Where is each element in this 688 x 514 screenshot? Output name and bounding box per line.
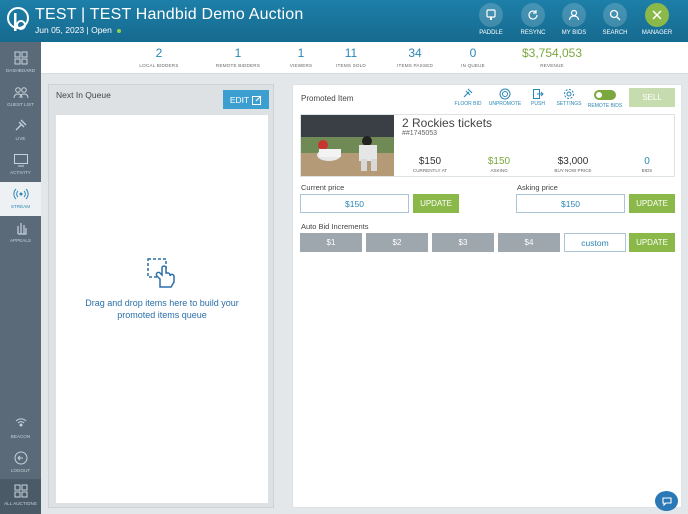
- increment-3-button[interactable]: $3: [432, 233, 494, 252]
- item-name: 2 Rockies tickets: [402, 116, 493, 130]
- floor-bid-button[interactable]: FLOOR BID: [451, 88, 485, 107]
- stat-local-bidders: 2 LOCAL BIDDERS: [139, 46, 179, 68]
- unpromote-button[interactable]: UNPROMOTE: [488, 88, 522, 107]
- auction-status: Open: [91, 25, 112, 35]
- guests-icon: [13, 87, 28, 99]
- queue-panel: Next In Queue EDIT Drag and drop items h…: [48, 84, 274, 508]
- queue-dropzone[interactable]: Drag and drop items here to build your p…: [56, 115, 268, 503]
- item-bids-stat: 0 BIDS: [641, 156, 653, 173]
- sidebar-item-appeals[interactable]: APPEALS: [0, 216, 41, 250]
- stat-remote-bidders: 1 REMOTE BIDDERS: [215, 46, 261, 68]
- resync-button[interactable]: RESYNC: [513, 3, 553, 36]
- sidebar: DASHBOARD GUEST LIST LIVE ACTIVITY STREA…: [0, 42, 41, 514]
- chat-icon: [661, 497, 672, 507]
- monitor-icon: [13, 154, 28, 167]
- sidebar-item-activity[interactable]: ACTIVITY: [0, 148, 41, 182]
- auction-date: Jun 05, 2023: [35, 25, 85, 35]
- queue-empty-text: Drag and drop items here to build your p…: [85, 298, 239, 320]
- close-icon: [652, 10, 662, 20]
- asking-price-label: Asking price: [517, 183, 558, 192]
- increments-update-button[interactable]: UPDATE: [629, 233, 675, 252]
- increment-1-button[interactable]: $1: [300, 233, 362, 252]
- resync-icon: [528, 10, 538, 20]
- edit-button[interactable]: EDIT: [223, 90, 269, 109]
- promoted-title: Promoted Item: [301, 94, 354, 103]
- gavel-icon: [463, 88, 473, 98]
- auction-title: TEST | TEST Handbid Demo Auction: [35, 6, 304, 23]
- stat-revenue: $3,754,053 REVENUE: [521, 46, 583, 68]
- sidebar-item-dashboard[interactable]: DASHBOARD: [0, 46, 41, 80]
- increment-2-button[interactable]: $2: [366, 233, 428, 252]
- stat-items-sold: 11 ITEMS SOLD: [336, 46, 366, 68]
- sidebar-item-all-auctions[interactable]: ALL AUCTIONS: [0, 479, 41, 514]
- current-price-update-button[interactable]: UPDATE: [413, 194, 459, 213]
- asking-price-input[interactable]: $150: [516, 194, 625, 213]
- item-photo: [301, 115, 394, 176]
- toggle-icon: [594, 90, 616, 100]
- item-asking-stat: $150 ASKING: [487, 156, 511, 173]
- gear-icon: [564, 89, 574, 99]
- current-price-label: Current price: [301, 183, 345, 192]
- promoted-panel: Promoted Item FLOOR BID UNPROMOTE PUSH S…: [292, 84, 682, 508]
- my-bids-button[interactable]: MY BIDS: [554, 3, 594, 36]
- paddle-button[interactable]: PADDLE: [471, 3, 511, 36]
- increment-4-button[interactable]: $4: [498, 233, 560, 252]
- unpromote-icon: [499, 88, 511, 100]
- handbid-logo: [7, 7, 29, 31]
- promoted-item-card: 2 Rockies tickets ##1745053 $150 CURRENT…: [300, 114, 675, 177]
- gavel-icon: [15, 119, 26, 131]
- sidebar-item-logout[interactable]: LOGOUT: [0, 446, 41, 480]
- stats-bar: 2 LOCAL BIDDERS 1 REMOTE BIDDERS 1 VIEWE…: [41, 42, 688, 74]
- stat-in-queue: 0 IN QUEUE: [461, 46, 485, 68]
- auction-subtitle: Jun 05, 2023 | Open: [35, 25, 121, 35]
- item-number: ##1745053: [402, 130, 438, 137]
- current-price-input[interactable]: $150: [300, 194, 409, 213]
- sidebar-item-beacon[interactable]: BEACON: [0, 412, 41, 446]
- remote-bids-toggle[interactable]: REMOTE BIDS: [586, 88, 624, 109]
- chat-button[interactable]: [655, 491, 678, 511]
- item-buy-now-stat: $3,000 BUY NOW PRICE: [554, 156, 592, 173]
- search-button[interactable]: SEARCH: [595, 3, 635, 36]
- stat-viewers: 1 VIEWERS: [289, 46, 313, 68]
- queue-title: Next In Queue: [56, 90, 111, 100]
- item-current-stat: $150 CURRENTLY AT: [412, 156, 448, 173]
- drag-drop-icon: [147, 258, 175, 288]
- dashboard-icon: [14, 51, 27, 65]
- push-icon: [533, 89, 544, 99]
- settings-button[interactable]: SETTINGS: [552, 88, 586, 107]
- increments-label: Auto Bid Increments: [301, 222, 369, 231]
- sell-button[interactable]: SELL: [629, 88, 675, 107]
- manager-button[interactable]: MANAGER: [637, 3, 677, 36]
- paddle-icon: [486, 9, 496, 20]
- asking-price-update-button[interactable]: UPDATE: [629, 194, 675, 213]
- push-button[interactable]: PUSH: [521, 88, 555, 107]
- sidebar-item-stream[interactable]: STREAM: [0, 182, 41, 216]
- hand-icon: [16, 223, 27, 235]
- app-header: TEST | TEST Handbid Demo Auction Jun 05,…: [0, 0, 688, 42]
- stat-items-passed: 34 ITEMS PASSED: [396, 46, 433, 68]
- edit-icon: [252, 95, 262, 105]
- user-icon: [568, 9, 580, 21]
- beacon-icon: [15, 418, 26, 427]
- broadcast-icon: [12, 188, 29, 200]
- sidebar-item-live[interactable]: LIVE: [0, 114, 41, 148]
- status-dot: [116, 28, 121, 33]
- search-icon: [609, 9, 621, 21]
- custom-increment-input[interactable]: custom: [564, 233, 626, 252]
- logout-icon: [14, 451, 27, 465]
- grid-icon: [14, 484, 27, 498]
- sidebar-item-guest-list[interactable]: GUEST LIST: [0, 80, 41, 114]
